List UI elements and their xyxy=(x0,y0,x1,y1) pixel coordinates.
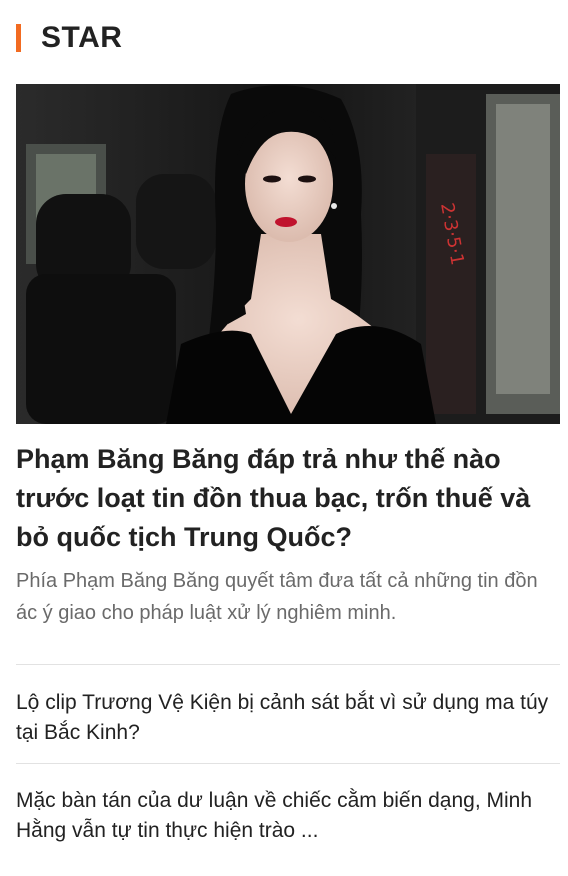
featured-article-image[interactable]: 2·3·5·1 xyxy=(16,84,560,424)
section-accent-bar xyxy=(16,24,21,52)
related-article-link[interactable]: Lộ clip Trương Vệ Kiện bị cảnh sát bắt v… xyxy=(16,688,556,748)
divider xyxy=(16,763,560,764)
section-header: STAR xyxy=(16,20,122,56)
star-section: STAR 2·3·5·1 Phạm Băng Băng đáp trả như … xyxy=(0,0,568,876)
featured-article-summary: Phía Phạm Băng Băng quyết tâm đưa tất cả… xyxy=(16,570,538,624)
section-title[interactable]: STAR xyxy=(41,21,122,55)
featured-photo: 2·3·5·1 xyxy=(16,84,560,424)
featured-article-headline[interactable]: Phạm Băng Băng đáp trả như thế nào trước… xyxy=(16,440,556,557)
divider xyxy=(16,664,560,665)
related-article-link[interactable]: Mặc bàn tán của dư luận về chiếc cằm biế… xyxy=(16,786,556,846)
